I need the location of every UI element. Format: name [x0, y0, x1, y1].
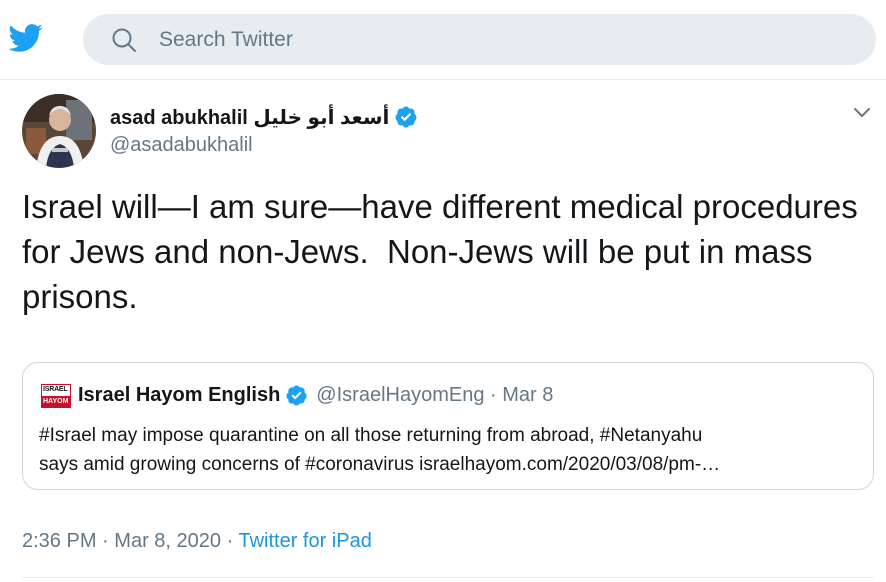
tweet-date[interactable]: Mar 8, 2020 — [114, 530, 221, 552]
avatar[interactable] — [22, 94, 96, 168]
quoted-display-name: Israel Hayom English — [78, 383, 281, 406]
meta-separator: · — [226, 530, 234, 552]
display-name[interactable]: asad abukhalil أسعد أبو خليل — [110, 105, 389, 130]
logo-top-text: ISRAEL — [43, 386, 68, 393]
quoted-text-line: #Israel may impose quarantine on all tho… — [39, 425, 703, 446]
tweet-time[interactable]: 2:36 PM — [22, 530, 96, 552]
tweet-text: Israel will—I am sure—have different med… — [22, 188, 867, 315]
search-input[interactable] — [159, 14, 839, 65]
quoted-tweet[interactable]: ISRAEL HAYOM Israel Hayom English @Israe… — [22, 362, 874, 490]
search-bar[interactable] — [83, 14, 876, 65]
chevron-down-icon[interactable] — [851, 101, 873, 123]
twitter-bird-icon[interactable] — [5, 20, 45, 56]
meta-separator: · — [490, 383, 497, 406]
author-row: asad abukhalil أسعد أبو خليل — [110, 104, 418, 130]
top-bar — [0, 0, 886, 80]
quoted-text-line: says amid growing concerns of #coronavir… — [39, 454, 721, 475]
quoted-text: #Israel may impose quarantine on all tho… — [39, 421, 859, 479]
quoted-date: Mar 8 — [502, 383, 554, 406]
divider — [22, 577, 874, 578]
quoted-header: Israel Hayom English @IsraelHayomEng · M… — [78, 382, 553, 408]
meta-separator: · — [102, 530, 109, 552]
tweet-meta-row: 2:36 PM · Mar 8, 2020 · Twitter for iPad — [22, 530, 372, 553]
handle[interactable]: @asadabukhalil — [110, 134, 253, 157]
verified-badge-icon — [395, 106, 417, 128]
quoted-handle: @IsraelHayomEng — [316, 383, 485, 406]
verified-badge-icon — [286, 384, 307, 406]
israel-hayom-logo-icon: ISRAEL HAYOM — [41, 384, 71, 408]
avatar-photo — [22, 94, 96, 168]
tweet-source-link[interactable]: Twitter for iPad — [238, 530, 371, 552]
search-icon — [112, 28, 136, 52]
quoted-meta: @IsraelHayomEng · Mar 8 — [316, 384, 553, 407]
logo-bottom-text: HAYOM — [43, 398, 69, 405]
